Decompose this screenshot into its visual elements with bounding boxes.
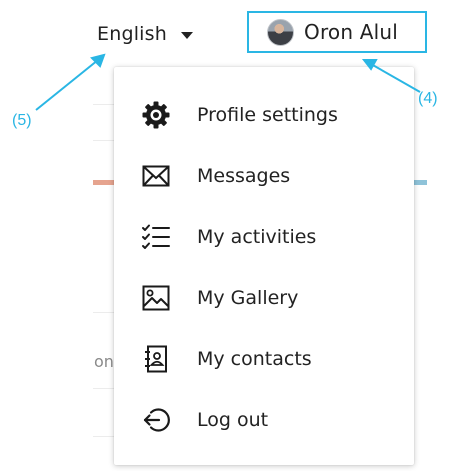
menu-item-label: Profile settings — [197, 103, 338, 126]
language-selector[interactable]: English — [97, 20, 194, 48]
envelope-icon — [139, 161, 173, 191]
annotation-label-4: (4) — [418, 90, 438, 107]
menu-item-label: My activities — [197, 225, 317, 248]
annotation-label-5: (5) — [12, 112, 32, 129]
background-divider — [93, 312, 115, 313]
menu-item-my-contacts[interactable]: My contacts — [114, 328, 414, 389]
gear-icon — [139, 100, 173, 130]
menu-item-messages[interactable]: Messages — [114, 145, 414, 206]
avatar — [267, 18, 294, 46]
menu-item-label: My contacts — [197, 347, 312, 370]
user-menu-button[interactable]: Oron Alul — [247, 11, 427, 53]
menu-item-label: Messages — [197, 164, 291, 187]
image-icon — [139, 283, 173, 313]
menu-item-my-gallery[interactable]: My Gallery — [114, 267, 414, 328]
logout-icon — [139, 405, 173, 435]
background-accent-bar — [93, 180, 115, 185]
language-label: English — [97, 23, 168, 45]
user-name: Oron Alul — [304, 20, 399, 44]
background-divider — [93, 104, 115, 105]
menu-item-label: Log out — [197, 408, 269, 431]
user-dropdown-menu: Profile settings Messages My activities … — [114, 67, 414, 465]
menu-item-label: My Gallery — [197, 286, 299, 309]
contacts-book-icon — [139, 344, 173, 374]
menu-item-profile-settings[interactable]: Profile settings — [114, 84, 414, 145]
menu-item-log-out[interactable]: Log out — [114, 389, 414, 450]
background-divider — [93, 436, 115, 437]
menu-item-my-activities[interactable]: My activities — [114, 206, 414, 267]
background-divider — [93, 140, 115, 141]
background-divider — [93, 388, 115, 389]
checklist-icon — [139, 222, 173, 252]
background-text-fragment: on — [94, 352, 114, 371]
chevron-down-icon — [181, 31, 194, 39]
